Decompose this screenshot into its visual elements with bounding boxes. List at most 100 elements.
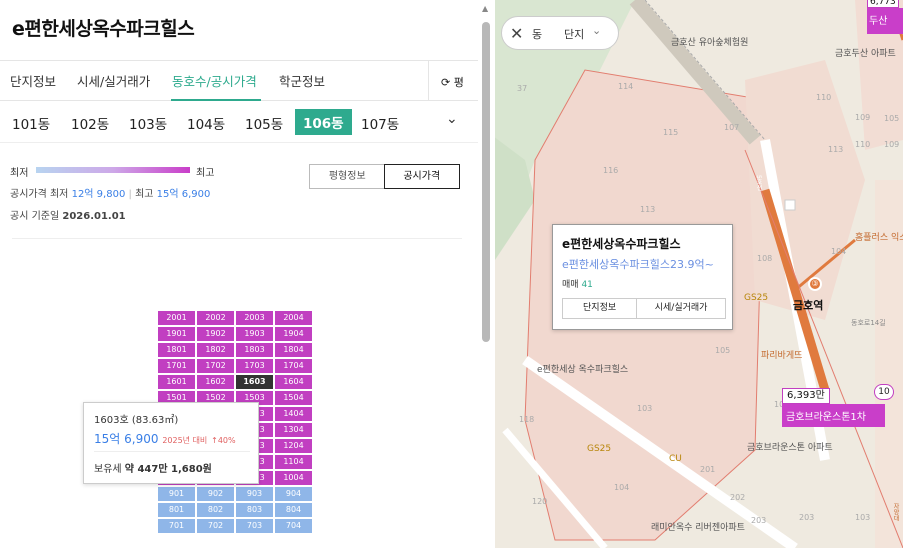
price-range-line: 공시가격 최저 12억 9,800 | 최고 15억 6,900 (10, 189, 211, 200)
parcel-number: 37 (517, 84, 528, 93)
area-unit-toggle[interactable]: ⟳ 평 (428, 61, 478, 101)
unit-cell[interactable]: 704 (275, 519, 312, 533)
map-label-gs25: GS25 (744, 293, 769, 303)
tab-school[interactable]: 학군정보 (279, 71, 325, 90)
unit-cell[interactable]: 2001 (158, 311, 195, 325)
parcel-number: 103 (855, 513, 871, 522)
unit-cell[interactable]: 1204 (275, 439, 312, 453)
info-toggle: 평형정보 공시가격 (309, 164, 460, 189)
filter-complex[interactable]: 단지 (564, 26, 584, 42)
card-price-button[interactable]: 시세/실거래가 (637, 299, 725, 318)
unit-cell[interactable]: 1804 (275, 343, 312, 357)
unit-cell[interactable]: 1902 (197, 327, 234, 341)
unit-cell[interactable]: 2003 (236, 311, 273, 325)
dong-103[interactable]: 103동 (129, 113, 167, 133)
unit-cell[interactable]: 901 (158, 487, 195, 501)
tab-complex-info[interactable]: 단지정보 (10, 71, 56, 90)
map-label-cu: CU (669, 454, 682, 464)
unit-cell[interactable]: 1904 (275, 327, 312, 341)
popup-price-line: 15억 6,900 2025년 대비 ↑40% (94, 432, 236, 446)
unit-cell[interactable]: 2004 (275, 311, 312, 325)
price-tag-price: 6,393만 (782, 388, 830, 404)
dong-selector: 101동 102동 103동 104동 105동 106동 107동 ⌄ (0, 101, 478, 143)
map-label-brownstone: 금호브라운스톤 아파트 (747, 443, 833, 453)
parcel-number: 118 (519, 415, 535, 424)
filter-dong[interactable]: 동 (532, 26, 542, 42)
official-price-button[interactable]: 공시가격 (383, 164, 460, 189)
area-info-button[interactable]: 평형정보 (310, 165, 385, 188)
scroll-up-icon[interactable]: ▲ (482, 4, 488, 13)
parcel-number: 116 (603, 166, 619, 175)
map-label-raemian: 래미안옥수 리버젠아파트 (651, 523, 745, 533)
unit-cell[interactable]: 803 (236, 503, 273, 517)
unit-cell[interactable]: 801 (158, 503, 195, 517)
dong-101[interactable]: 101동 (12, 113, 50, 133)
legend-high: 최고 (196, 168, 215, 179)
unit-cell[interactable]: 1104 (275, 455, 312, 469)
card-complex-info-button[interactable]: 단지정보 (563, 299, 638, 318)
unit-cell[interactable]: 701 (158, 519, 195, 533)
complex-card[interactable]: e편한세상옥수파크힐스 e편한세상옥수파크힐스23.9억~ 매매 41 단지정보… (552, 224, 733, 330)
unit-cell[interactable]: 1701 (158, 359, 195, 373)
map-view[interactable]: 3711411611310511510710310611010512011810… (495, 0, 903, 548)
unit-popup: 1603호 (83.63㎡) 15억 6,900 2025년 대비 ↑40% 보… (83, 402, 259, 484)
unit-cell[interactable]: 904 (275, 487, 312, 501)
unit-cell[interactable]: 802 (197, 503, 234, 517)
unit-cell[interactable]: 1903 (236, 327, 273, 341)
parcel-number: 113 (640, 205, 656, 214)
unit-cell[interactable]: 1404 (275, 407, 312, 421)
tab-unit-price[interactable]: 동호수/공시가격 (172, 71, 257, 90)
dong-107[interactable]: 107동 (361, 113, 399, 133)
close-icon[interactable]: ✕ (510, 24, 523, 43)
unit-cell[interactable]: 1004 (275, 471, 312, 485)
chevron-down-icon[interactable]: ⌄ (446, 111, 458, 127)
dong-102[interactable]: 102동 (71, 113, 109, 133)
parcel-number: 202 (730, 493, 746, 502)
unit-cell[interactable]: 1703 (236, 359, 273, 373)
chevron-down-icon[interactable]: ⌄ (592, 24, 601, 37)
parcel-number: 115 (663, 128, 679, 137)
unit-cell[interactable]: 1604 (275, 375, 312, 389)
parcel-number: 104 (614, 483, 630, 492)
dong-106[interactable]: 106동 (295, 109, 352, 135)
unit-cell[interactable]: 903 (236, 487, 273, 501)
popup-tax: 보유세 약 447만 1,680원 (94, 464, 212, 475)
map-label-road: 동호로14길 (851, 319, 886, 327)
unit-cell[interactable]: 1304 (275, 423, 312, 437)
dong-105[interactable]: 105동 (245, 113, 283, 133)
card-buttons: 단지정보 시세/실거래가 (562, 298, 726, 319)
unit-cell[interactable]: 1602 (197, 375, 234, 389)
unit-cell[interactable]: 1803 (236, 343, 273, 357)
unit-cell[interactable]: 1603 (236, 375, 273, 389)
tab-price[interactable]: 시세/실거래가 (77, 71, 150, 90)
unit-cell[interactable]: 1802 (197, 343, 234, 357)
price-tag-2[interactable]: 6,773 두산 (867, 0, 903, 34)
parcel-number: 201 (700, 465, 716, 474)
price-tag[interactable]: 6,393만 금호브라운스톤1차 10 (782, 384, 894, 430)
unit-cell[interactable]: 703 (236, 519, 273, 533)
unit-cell[interactable]: 804 (275, 503, 312, 517)
parcel-number: 203 (751, 516, 767, 525)
subway-icon[interactable]: ③ (808, 277, 822, 291)
price-tag-2-price: 6,773 (867, 0, 899, 8)
unit-cell[interactable]: 2002 (197, 311, 234, 325)
unit-cell[interactable]: 1901 (158, 327, 195, 341)
unit-cell[interactable]: 902 (197, 487, 234, 501)
scrollbar-thumb[interactable] (482, 22, 490, 342)
dong-104[interactable]: 104동 (187, 113, 225, 133)
complex-panel: e편한세상옥수파크힐스 단지정보 시세/실거래가 동호수/공시가격 학군정보 ⟳… (0, 0, 478, 548)
popup-divider (94, 451, 250, 452)
base-date: 공시 기준일 2026.01.01 (10, 211, 126, 222)
map-label-homeplus: 홈플러스 익스프레스 (855, 233, 903, 243)
unit-cell[interactable]: 1601 (158, 375, 195, 389)
card-title: e편한세상옥수파크힐스 (562, 237, 681, 251)
parcel-number: 203 (799, 513, 815, 522)
unit-cell[interactable]: 1702 (197, 359, 234, 373)
price-tag-count: 10 (874, 384, 894, 400)
unit-cell[interactable]: 702 (197, 519, 234, 533)
unit-cell[interactable]: 1504 (275, 391, 312, 405)
unit-cell[interactable]: 1801 (158, 343, 195, 357)
map-label-paris: 파리바게뜨 (761, 351, 803, 361)
unit-cell[interactable]: 1704 (275, 359, 312, 373)
legend-low: 최저 (10, 168, 29, 179)
